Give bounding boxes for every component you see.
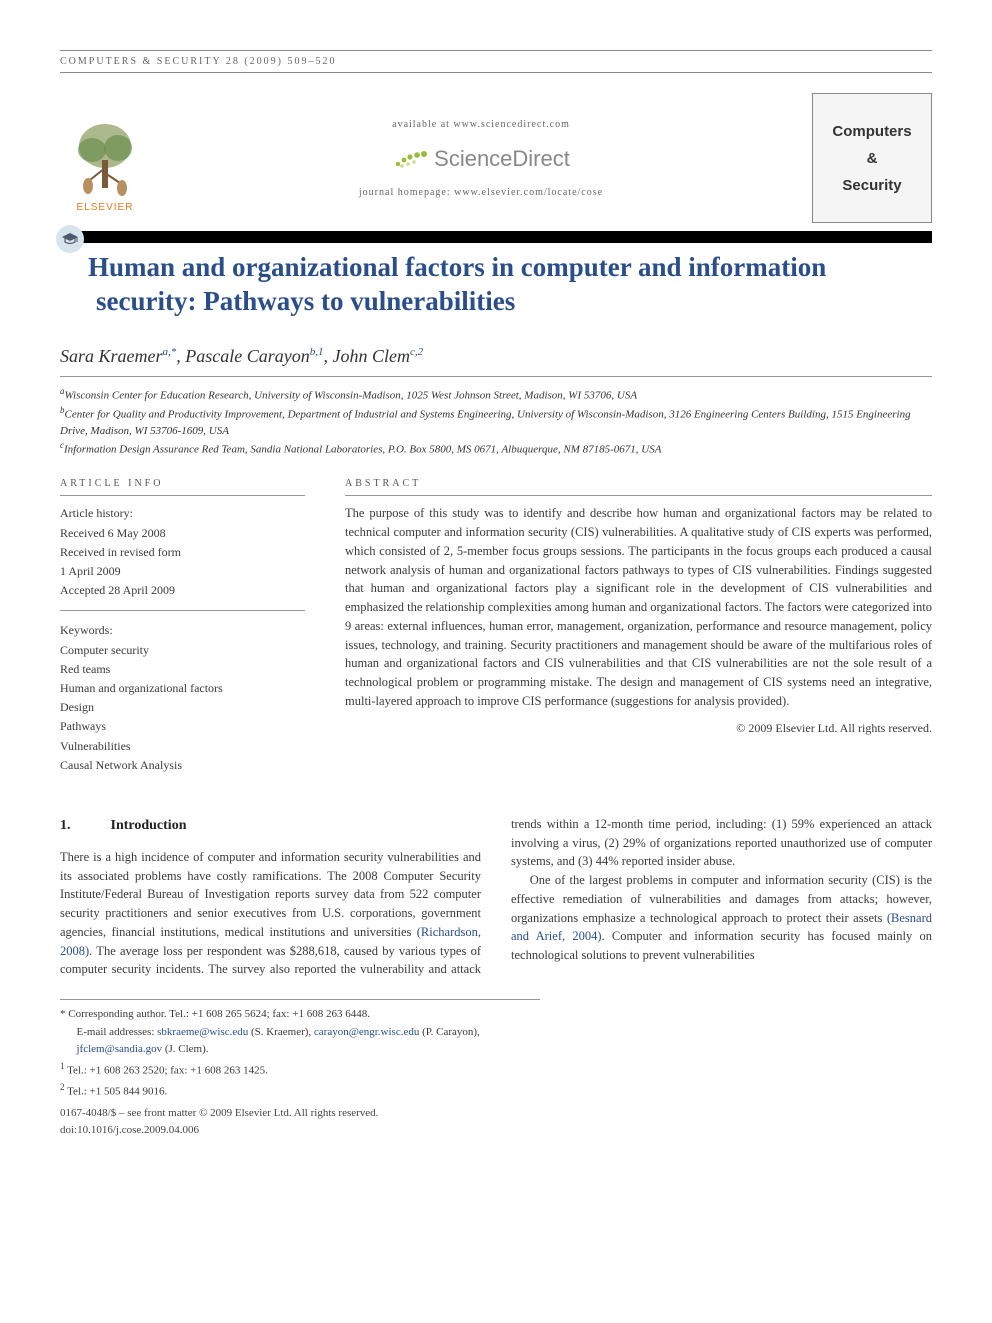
masthead: ELSEVIER available at www.sciencedirect.… (60, 93, 932, 223)
author-2: Pascale Carayon (185, 346, 309, 366)
email-link[interactable]: carayon@engr.wisc.edu (314, 1026, 419, 1038)
email-link[interactable]: sbkraeme@wisc.edu (157, 1026, 248, 1038)
history-revised1: Received in revised form (60, 543, 305, 562)
author-1-affil[interactable]: a, (163, 346, 171, 358)
footnotes: * Corresponding author. Tel.: +1 608 265… (60, 999, 540, 1101)
journal-cover: Computers & Security (812, 93, 932, 223)
article-title: Human and organizational factors in comp… (96, 251, 932, 319)
abstract-label: ABSTRACT (345, 476, 932, 496)
sd-dots-icon (392, 146, 428, 170)
article-info-label: ARTICLE INFO (60, 476, 305, 496)
journal-title-line2: & (867, 145, 878, 172)
elsevier-name: ELSEVIER (77, 200, 134, 215)
abstract: ABSTRACT The purpose of this study was t… (345, 476, 932, 774)
history-accepted: Accepted 28 April 2009 (60, 581, 305, 600)
keyword: Vulnerabilities (60, 737, 305, 756)
keyword: Computer security (60, 641, 305, 660)
keyword: Human and organizational factors (60, 679, 305, 698)
keywords-title: Keywords: (60, 621, 305, 640)
title-bar (60, 231, 932, 243)
copyright-footer: 0167-4048/$ – see front matter © 2009 El… (60, 1105, 932, 1138)
keyword: Causal Network Analysis (60, 756, 305, 775)
keyword: Pathways (60, 717, 305, 736)
author-3-affil[interactable]: c,2 (410, 346, 423, 358)
masthead-center: available at www.sciencedirect.com Scien… (150, 93, 812, 223)
body-columns: 1.Introduction There is a high incidence… (60, 815, 932, 979)
keyword: Design (60, 698, 305, 717)
journal-homepage: journal homepage: www.elsevier.com/locat… (359, 185, 603, 200)
graduation-cap-icon (56, 225, 84, 253)
affil-a: Wisconsin Center for Education Research,… (65, 389, 638, 401)
abstract-copyright: © 2009 Elsevier Ltd. All rights reserved… (345, 719, 932, 737)
abstract-text: The purpose of this study was to identif… (345, 504, 932, 710)
footnote-tel-1: 1 Tel.: +1 608 263 2520; fax: +1 608 263… (60, 1059, 540, 1080)
journal-title-line1: Computers (832, 118, 911, 145)
article-history: Article history: Received 6 May 2008 Rec… (60, 504, 305, 611)
corresponding-author: * Corresponding author. Tel.: +1 608 265… (60, 1006, 540, 1024)
issn-line: 0167-4048/$ – see front matter © 2009 El… (60, 1105, 932, 1122)
running-head: COMPUTERS & SECURITY 28 (2009) 509–520 (60, 50, 932, 73)
footnote-tel-2: 2 Tel.: +1 505 844 9016. (60, 1080, 540, 1101)
history-revised2: 1 April 2009 (60, 562, 305, 581)
authors: Sara Kraemera,*, Pascale Carayonb,1, Joh… (60, 343, 932, 377)
email-link[interactable]: jfclem@sandia.gov (77, 1043, 163, 1055)
section-number: 1. (60, 818, 71, 833)
sd-name: ScienceDirect (434, 142, 570, 175)
section-title: Introduction (111, 818, 187, 833)
section-heading: 1. Introduction (60, 815, 481, 836)
email-addresses: E-mail addresses: sbkraeme@wisc.edu (S. … (77, 1024, 540, 1059)
affil-b: Center for Quality and Productivity Impr… (60, 408, 911, 437)
author-3: John Clem (332, 346, 409, 366)
article-info: ARTICLE INFO Article history: Received 6… (60, 476, 305, 774)
history-title: Article history: (60, 504, 305, 523)
info-abstract-row: ARTICLE INFO Article history: Received 6… (60, 476, 932, 774)
author-1: Sara Kraemer (60, 346, 163, 366)
available-at: available at www.sciencedirect.com (392, 117, 570, 132)
author-2-affil[interactable]: b,1 (310, 346, 324, 358)
author-1-mark[interactable]: * (171, 346, 177, 358)
elsevier-tree-icon (70, 118, 140, 198)
body-paragraph-2: One of the largest problems in computer … (511, 871, 932, 965)
elsevier-logo: ELSEVIER (60, 93, 150, 223)
journal-title-line3: Security (842, 172, 901, 199)
affil-c: Information Design Assurance Red Team, S… (64, 444, 661, 456)
sciencedirect-logo: ScienceDirect (392, 142, 570, 175)
keyword: Red teams (60, 660, 305, 679)
keywords: Keywords: Computer security Red teams Hu… (60, 621, 305, 775)
history-received: Received 6 May 2008 (60, 524, 305, 543)
doi-line: doi:10.1016/j.cose.2009.04.006 (60, 1122, 932, 1139)
affiliations: aWisconsin Center for Education Research… (60, 385, 932, 459)
